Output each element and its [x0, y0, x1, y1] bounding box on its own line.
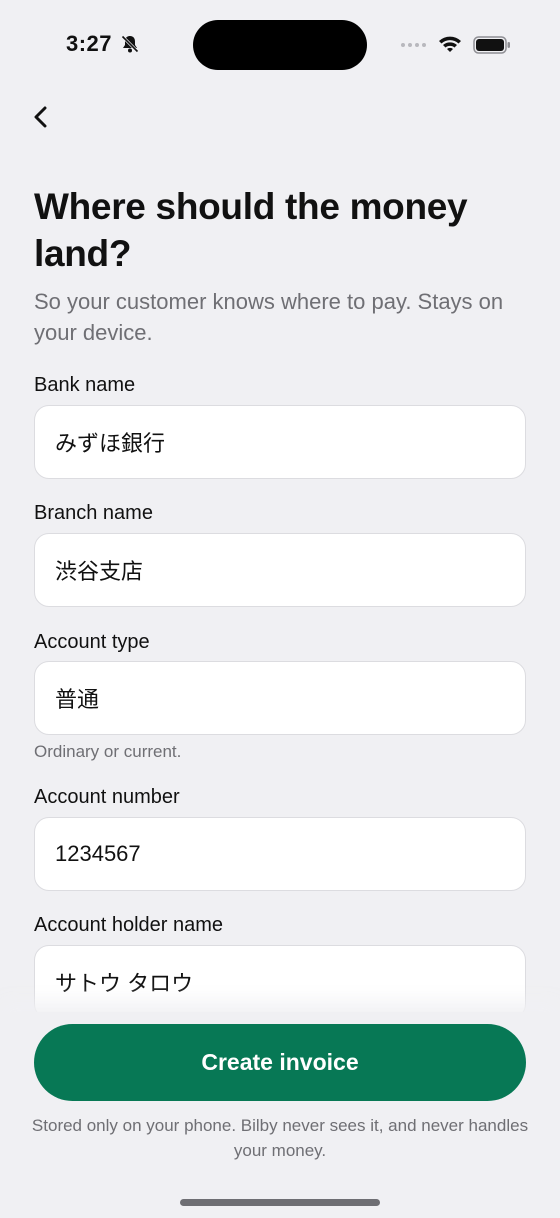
- home-indicator[interactable]: [180, 1199, 380, 1206]
- status-bar: 3:27: [0, 0, 560, 90]
- signal-dots-icon: [401, 43, 429, 51]
- branch-name-field[interactable]: [34, 533, 526, 607]
- account-number-label: Account number: [34, 786, 180, 808]
- page-title: Where should the money land?: [34, 186, 468, 274]
- status-time: 3:27: [66, 31, 113, 56]
- bank-name-field[interactable]: [34, 405, 526, 479]
- account-type-hint: Ordinary or current.: [34, 742, 182, 761]
- page-subtitle: So your customer knows where to pay. Sta…: [34, 289, 504, 345]
- create-invoice-button[interactable]: Create invoice: [34, 1024, 526, 1101]
- chevron-left-icon[interactable]: [28, 102, 56, 132]
- battery-icon: [473, 36, 510, 54]
- bell-slash-icon: [120, 34, 140, 54]
- account-type-field[interactable]: [34, 661, 526, 735]
- privacy-note: Stored only on your phone. Bilby never s…: [31, 1116, 529, 1160]
- account-number-field[interactable]: [34, 817, 526, 891]
- wifi-icon: [439, 36, 461, 52]
- account-holder-field[interactable]: [34, 945, 526, 1019]
- account-holder-label: Account holder name: [34, 914, 224, 936]
- bottom-action-panel: Create invoice Stored only on your phone…: [0, 1012, 560, 1218]
- dynamic-island: [193, 20, 367, 70]
- account-type-label: Account type: [34, 631, 150, 653]
- branch-name-label: Branch name: [34, 502, 153, 524]
- bank-name-label: Bank name: [34, 374, 136, 396]
